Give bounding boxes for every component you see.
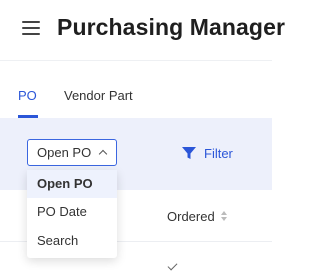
sort-icon[interactable] — [220, 211, 228, 222]
check-icon — [167, 260, 178, 271]
filter-funnel-icon — [182, 147, 196, 159]
app-header: Purchasing Manager — [0, 0, 285, 60]
dropdown-option-search[interactable]: Search — [27, 227, 117, 255]
tab-vendor-part[interactable]: Vendor Part — [64, 88, 133, 103]
page-title: Purchasing Manager — [57, 14, 286, 40]
hamburger-menu-icon[interactable] — [22, 20, 40, 36]
filter-label: Filter — [204, 145, 233, 161]
tab-bar: PO Vendor Part — [0, 61, 272, 118]
po-type-select[interactable]: Open PO — [27, 139, 117, 166]
column-header-ordered[interactable]: Ordered — [167, 209, 228, 224]
po-type-select-value: Open PO — [37, 145, 92, 160]
chevron-up-icon — [98, 149, 108, 159]
tab-po[interactable]: PO — [18, 88, 37, 103]
filter-button[interactable]: Filter — [181, 145, 233, 161]
dropdown-option-po-date[interactable]: PO Date — [27, 198, 117, 226]
dropdown-option-open-po[interactable]: Open PO — [27, 170, 117, 198]
column-header-ordered-label: Ordered — [167, 209, 215, 224]
po-type-dropdown-menu: Open PO PO Date Search — [27, 170, 117, 258]
